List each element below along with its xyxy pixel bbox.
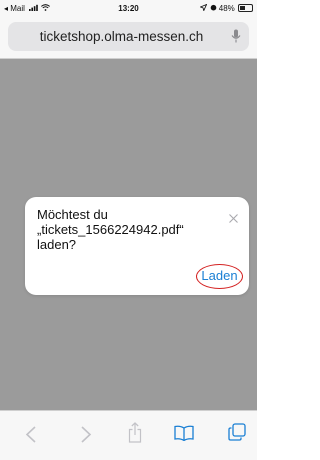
url-text: ticketshop.olma-messen.ch <box>39 29 204 44</box>
address-field[interactable]: ticketshop.olma-messen.ch <box>8 22 249 51</box>
phone-screen: ◂ Mail 13:20 48% ticketshop.olma-messen.… <box>0 0 257 460</box>
back-icon[interactable] <box>25 426 37 448</box>
url-bar: ticketshop.olma-messen.ch <box>0 17 257 59</box>
tabs-icon[interactable] <box>228 423 246 446</box>
microphone-icon[interactable] <box>231 29 241 49</box>
close-icon[interactable] <box>229 210 238 228</box>
location-icon <box>199 3 209 13</box>
battery-icon <box>238 4 253 12</box>
dialog-filename: „tickets_1566224942.pdf“ <box>37 222 184 237</box>
battery-percent: 48% <box>218 4 235 13</box>
download-dialog: Möchtest du „tickets_1566224942.pdf“ lad… <box>25 197 249 295</box>
battery-level <box>240 6 246 10</box>
download-button[interactable]: Laden <box>196 264 243 289</box>
status-bar: ◂ Mail 13:20 48% <box>0 0 257 17</box>
dialog-line-1: Möchtest du <box>37 207 108 222</box>
dialog-line-3: laden? <box>37 237 77 252</box>
bottom-toolbar <box>0 410 257 460</box>
forward-icon[interactable] <box>80 426 92 448</box>
share-icon[interactable] <box>128 422 142 448</box>
alarm-icon <box>210 4 219 13</box>
dialog-message: Möchtest du „tickets_1566224942.pdf“ lad… <box>37 207 217 252</box>
bookmarks-icon[interactable] <box>174 425 194 446</box>
status-right: 48% <box>199 3 253 13</box>
